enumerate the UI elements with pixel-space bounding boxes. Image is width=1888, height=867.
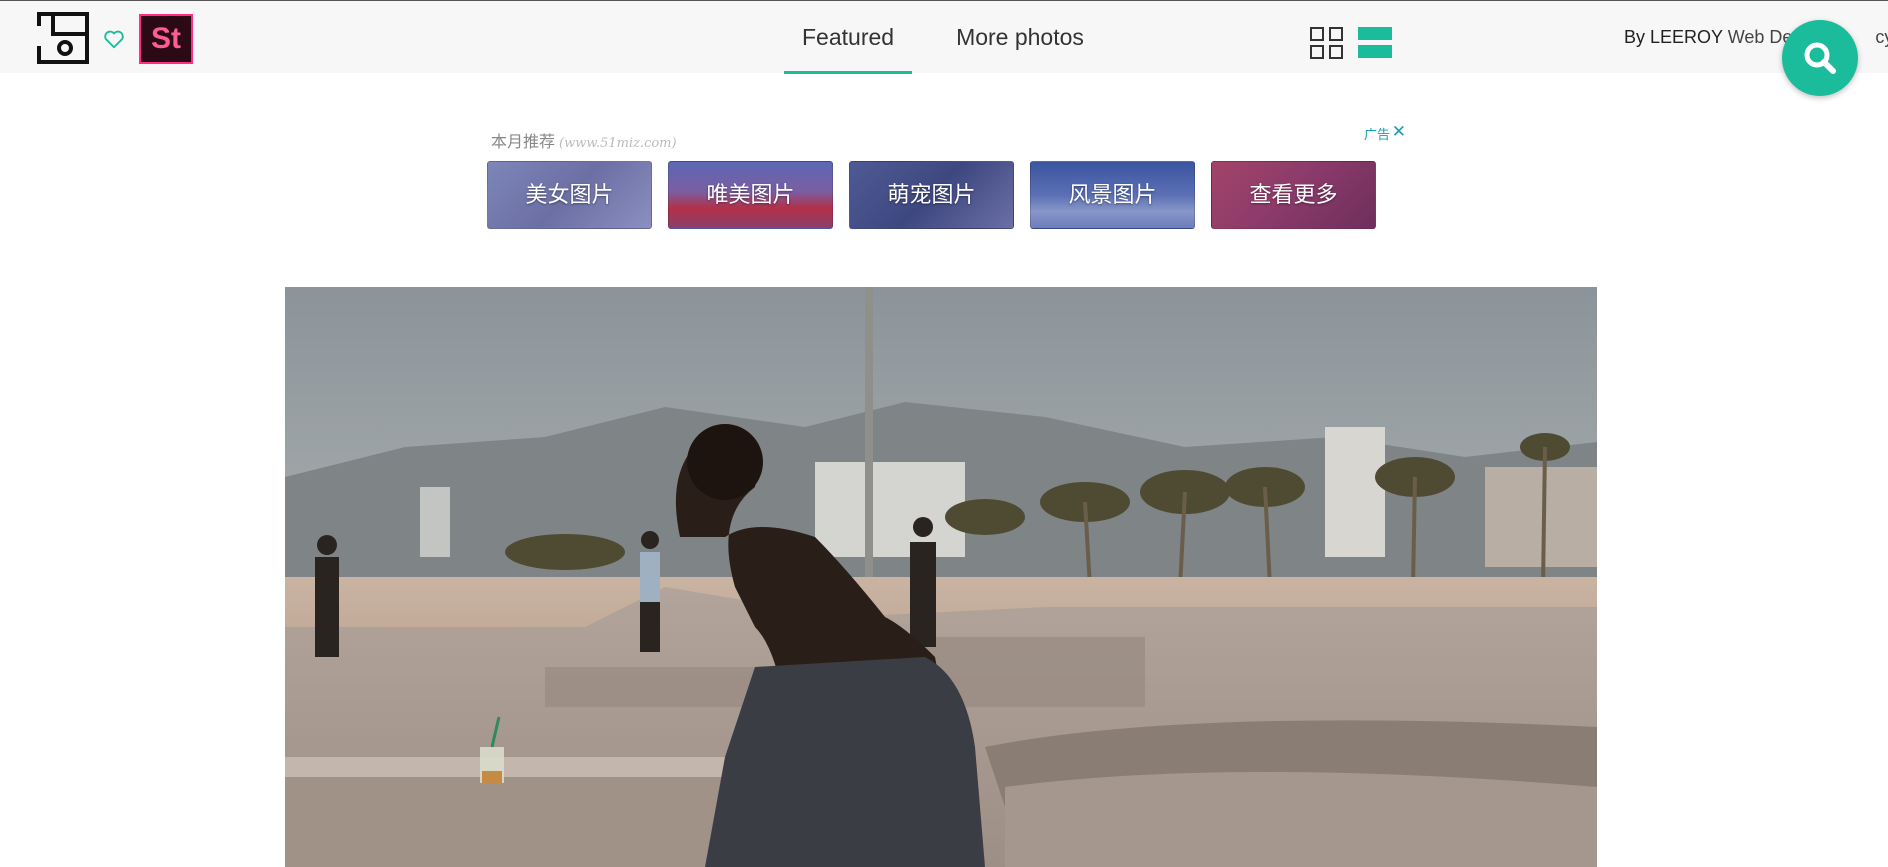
ad-url: (www.51miz.com) (559, 136, 677, 151)
skatepark-photo (285, 287, 1597, 867)
stock-badge[interactable]: St (139, 14, 193, 64)
grid-view-icon[interactable] (1310, 27, 1344, 59)
featured-photo[interactable] (285, 287, 1597, 867)
ad-title-text: 本月推荐 (491, 132, 556, 151)
ad-tile-pets[interactable]: 萌宠图片 (849, 161, 1014, 229)
ad-tile-landscape[interactable]: 风景图片 (1030, 161, 1195, 229)
ad-banner: 本月推荐 (www.51miz.com) 广告 ✕ 美女图片 唯美图片 萌宠图片 … (486, 122, 1406, 234)
search-icon (1804, 42, 1836, 74)
ad-tiles: 美女图片 唯美图片 萌宠图片 风景图片 查看更多 (487, 161, 1376, 229)
top-bar: St Featured More photos By LEEROY Web De… (0, 0, 1888, 74)
heart-icon[interactable] (103, 28, 125, 50)
main-nav: Featured More photos (784, 1, 1102, 74)
tab-more-photos[interactable]: More photos (938, 1, 1102, 74)
ad-tile-aesthetic[interactable]: 唯美图片 (668, 161, 833, 229)
ad-label: 广告 (1363, 128, 1390, 143)
credit-tail: cy (1875, 27, 1888, 47)
logo-icon[interactable] (37, 12, 89, 64)
close-icon[interactable]: ✕ (1392, 122, 1406, 142)
tab-featured[interactable]: Featured (784, 1, 913, 74)
list-view-icon[interactable] (1358, 27, 1392, 59)
ad-title: 本月推荐 (www.51miz.com) (491, 128, 677, 152)
ad-tile-beauty[interactable]: 美女图片 (487, 161, 652, 229)
credit-prefix: By (1624, 27, 1651, 47)
ad-tile-more[interactable]: 查看更多 (1211, 161, 1376, 229)
credit-brand: LEEROY (1650, 27, 1723, 47)
search-button[interactable] (1782, 20, 1858, 96)
